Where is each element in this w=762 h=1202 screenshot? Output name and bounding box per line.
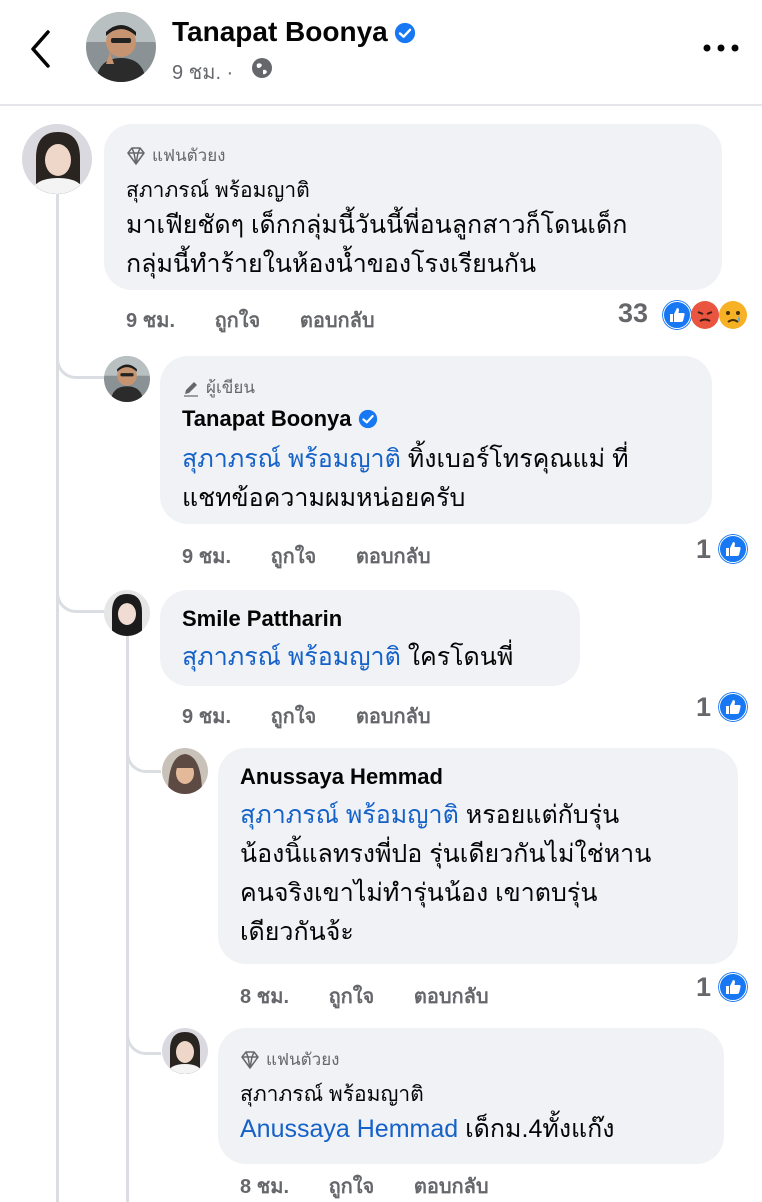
comment-bubble[interactable]: Anussaya Hemmad สุภาภรณ์ พร้อมญาติ หรอยแ… xyxy=(218,748,738,964)
like-button[interactable]: ถูกใจ xyxy=(271,546,317,568)
comment-actions: 9 ชม. ถูกใจ ตอบกลับ xyxy=(182,540,465,572)
reaction-count[interactable]: 1 xyxy=(696,972,711,1003)
comment-text-line: สุภาภรณ์ พร้อมญาติ หรอยแต่กับรุ่น xyxy=(240,796,651,835)
mention-link[interactable]: สุภาภรณ์ พร้อมญาติ xyxy=(182,643,401,671)
more-dots-icon xyxy=(703,44,739,52)
comment-actions: 9 ชม. ถูกใจ ตอบกลับ xyxy=(126,304,409,336)
like-button[interactable]: ถูกใจ xyxy=(329,1176,375,1198)
verified-badge-icon xyxy=(358,409,377,429)
pen-icon xyxy=(184,381,198,397)
comment-text-line: กลุ่มนี้ทำร้ายในห้องน้ำของโรงเรียนกัน xyxy=(126,250,537,278)
comment-bubble[interactable]: ผู้เขียน Tanapat Boonya สุภาภรณ์ พร้อมญา… xyxy=(160,356,712,524)
like-icon xyxy=(662,300,692,330)
comment-bubble[interactable]: แฟนตัวยง สุภาภรณ์ พร้อมญาติ Anussaya Hem… xyxy=(218,1028,724,1164)
comment-text-line: น้องนิ้แลทรงพี่ปอ รุ่นเดียวกันไม่ใช่หาน xyxy=(240,840,652,868)
globe-icon xyxy=(252,58,272,78)
comment-time: 9 ชม. xyxy=(182,546,231,568)
reply-button[interactable]: ตอบกลับ xyxy=(414,1176,489,1198)
comment-author[interactable]: สุภาภรณ์ พร้อมญาติ xyxy=(240,1078,424,1111)
comment-text-line: แชทข้อความผมหน่อยครับ xyxy=(182,484,466,512)
reply-button[interactable]: ตอบกลับ xyxy=(414,986,489,1008)
comment-time: 9 ชม. xyxy=(126,310,175,332)
comment-text-part: หรอยแต่กับรุ่น xyxy=(458,801,620,829)
commenter-avatar[interactable] xyxy=(162,748,208,794)
comment-text: Anussaya Hemmad เด็กม.4ทั้งแก๊ง xyxy=(240,1110,615,1149)
top-fan-badge: แฟนตัวยง xyxy=(126,142,225,169)
post-author-name-text[interactable]: Tanapat Boonya xyxy=(172,16,388,47)
thread-connector xyxy=(56,570,105,613)
author-avatar[interactable] xyxy=(86,12,156,82)
like-icon xyxy=(718,972,748,1002)
commenter-avatar[interactable] xyxy=(104,590,150,636)
thread-connector xyxy=(56,330,105,379)
comment-time: 8 ชม. xyxy=(240,1176,289,1198)
comment-author[interactable]: Anussaya Hemmad xyxy=(240,764,443,790)
comment-text-part: เด็กม.4ทั้งแก๊ง xyxy=(458,1115,615,1143)
mention-link[interactable]: สุภาภรณ์ พร้อมญาติ xyxy=(182,445,401,473)
comment-time: 8 ชม. xyxy=(240,986,289,1008)
diamond-icon xyxy=(127,146,145,165)
top-fan-badge: แฟนตัวยง xyxy=(240,1046,339,1073)
like-button[interactable]: ถูกใจ xyxy=(271,706,317,728)
post-header: Tanapat Boonya 9 ชม. · xyxy=(0,0,762,106)
verified-badge-icon xyxy=(394,22,415,44)
badge-label: ผู้เขียน xyxy=(206,378,255,397)
diamond-icon xyxy=(241,1050,259,1069)
comment-actions: 8 ชม. ถูกใจ ตอบกลับ xyxy=(240,980,523,1012)
thread-connector xyxy=(126,1010,161,1055)
comment-text: สุภาภรณ์ พร้อมญาติ หรอยแต่กับรุ่น น้องนิ… xyxy=(240,796,651,952)
comment-text-line: คนจริงเขาไม่ทำรุ่นน้อง เขาตบรุ่น xyxy=(240,879,598,907)
reaction-count[interactable]: 33 xyxy=(618,298,648,329)
comment-bubble[interactable]: Smile Pattharin สุภาภรณ์ พร้อมญาติ ใครโด… xyxy=(160,590,580,686)
like-icon xyxy=(718,534,748,564)
badge-label: แฟนตัวยง xyxy=(266,1050,340,1069)
sad-icon xyxy=(719,301,747,329)
comment-author-text[interactable]: Tanapat Boonya xyxy=(182,406,352,431)
chevron-left-icon xyxy=(31,30,50,68)
comment-text-line: สุภาภรณ์ พร้อมญาติ ทิ้งเบอร์โทรคุณแม่ ที… xyxy=(182,440,629,479)
back-button[interactable] xyxy=(22,24,62,74)
comment-actions: 8 ชม. ถูกใจ ตอบกลับ xyxy=(240,1170,523,1202)
post-timestamp: 9 ชม. · xyxy=(172,62,234,84)
like-icon xyxy=(718,692,748,722)
post-author-name[interactable]: Tanapat Boonya xyxy=(172,16,416,48)
mention-link[interactable]: Anussaya Hemmad xyxy=(240,1115,458,1143)
thread-line xyxy=(126,636,129,1202)
reply-button[interactable]: ตอบกลับ xyxy=(356,706,431,728)
reaction-count[interactable]: 1 xyxy=(696,534,711,565)
comment-author[interactable]: Tanapat Boonya xyxy=(182,406,378,432)
comment-text-part: ใครโดนพี่ xyxy=(400,643,514,671)
badge-label: แฟนตัวยง xyxy=(152,146,226,165)
reply-button[interactable]: ตอบกลับ xyxy=(300,310,375,332)
comment-text-line: เดียวกันจ้ะ xyxy=(240,918,354,946)
mention-link[interactable]: สุภาภรณ์ พร้อมญาติ xyxy=(240,801,459,829)
comment-author[interactable]: Smile Pattharin xyxy=(182,606,342,632)
reply-button[interactable]: ตอบกลับ xyxy=(356,546,431,568)
reaction-count[interactable]: 1 xyxy=(696,692,711,723)
comment-text: มาเฟียชัดๆ เด็กกลุ่มนี้วันนี้พี่อนลูกสาว… xyxy=(126,206,627,284)
comment-text: สุภาภรณ์ พร้อมญาติ ใครโดนพี่ xyxy=(182,638,513,677)
comment-actions: 9 ชม. ถูกใจ ตอบกลับ xyxy=(182,700,465,732)
author-badge: ผู้เขียน xyxy=(182,374,255,401)
like-button[interactable]: ถูกใจ xyxy=(215,310,261,332)
like-button[interactable]: ถูกใจ xyxy=(329,986,375,1008)
comment-time: 9 ชม. xyxy=(182,706,231,728)
comment-text-part: ทิ้งเบอร์โทรคุณแม่ ที่ xyxy=(400,445,629,473)
commenter-avatar[interactable] xyxy=(22,124,92,194)
comment-text: สุภาภรณ์ พร้อมญาติ ทิ้งเบอร์โทรคุณแม่ ที… xyxy=(182,440,629,518)
more-options-button[interactable] xyxy=(700,38,742,58)
angry-icon xyxy=(691,301,719,329)
commenter-avatar[interactable] xyxy=(162,1028,208,1074)
commenter-avatar[interactable] xyxy=(104,356,150,402)
thread-connector xyxy=(126,730,161,773)
comment-text-line: มาเฟียชัดๆ เด็กกลุ่มนี้วันนี้พี่อนลูกสาว… xyxy=(126,211,628,239)
comment-bubble[interactable]: แฟนตัวยง สุภาภรณ์ พร้อมญาติ มาเฟียชัดๆ เ… xyxy=(104,124,722,290)
comment-author[interactable]: สุภาภรณ์ พร้อมญาติ xyxy=(126,174,310,207)
